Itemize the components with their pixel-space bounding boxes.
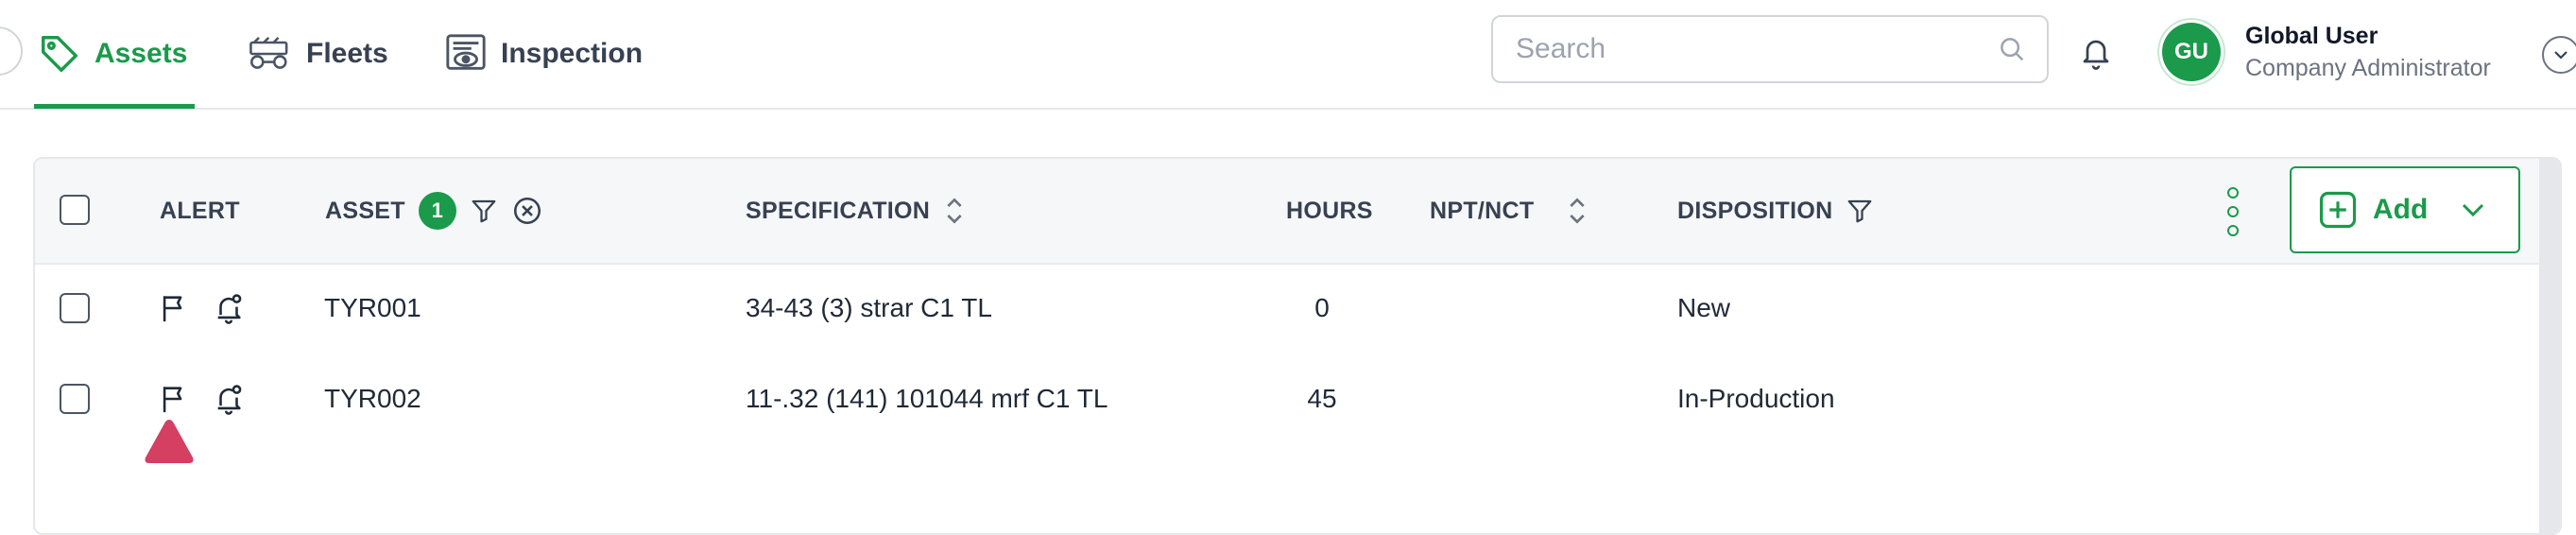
tab-fleets[interactable]: Fleets xyxy=(248,0,388,108)
tab-inspection-label: Inspection xyxy=(501,38,644,69)
disposition-filter-icon[interactable] xyxy=(1846,197,1874,225)
column-header-alert: ALERT xyxy=(160,159,240,263)
column-options-kebab-icon[interactable] xyxy=(2225,185,2241,243)
column-header-specification[interactable]: SPECIFICATION xyxy=(746,159,966,263)
asset-filter-icon[interactable] xyxy=(470,197,498,225)
column-header-hours: HOURS xyxy=(1286,159,1373,263)
column-header-npt-nct[interactable]: NPT/NCT xyxy=(1430,159,1589,263)
tab-inspection[interactable]: Inspection xyxy=(444,0,643,108)
plus-icon xyxy=(2318,190,2358,230)
column-asset-label: ASSET xyxy=(325,197,405,224)
sort-icon[interactable] xyxy=(1566,197,1589,225)
alert-bell-icon[interactable] xyxy=(213,292,245,324)
table-row[interactable]: TYR002 11-.32 (141) 101044 mrf C1 TL 45 … xyxy=(35,354,2560,444)
asset-cell[interactable]: TYR002 xyxy=(324,354,421,444)
search-input[interactable] xyxy=(1514,32,1998,66)
alert-triangle-icon xyxy=(142,416,197,470)
flag-icon[interactable] xyxy=(158,383,190,415)
row-checkbox[interactable] xyxy=(60,293,90,323)
specification-cell: 11-.32 (141) 101044 mrf C1 TL xyxy=(746,384,1108,413)
specification-cell: 34-43 (3) strar C1 TL xyxy=(746,293,992,322)
table-header: ALERT ASSET 1 SPECIFICATION HOURS NPT/NC… xyxy=(35,159,2560,265)
disposition-cell: New xyxy=(1677,293,1731,322)
collapse-sidebar-button[interactable] xyxy=(0,26,23,76)
search-icon[interactable] xyxy=(1998,35,2026,63)
sort-icon[interactable] xyxy=(943,197,966,225)
hours-cell: 45 xyxy=(1307,384,1337,413)
tab-assets[interactable]: Assets xyxy=(33,0,196,109)
chevron-down-icon xyxy=(2460,201,2486,218)
tab-assets-label: Assets xyxy=(94,38,188,69)
clear-filter-icon[interactable] xyxy=(511,195,543,227)
add-button[interactable]: Add xyxy=(2290,166,2520,253)
hours-cell: 0 xyxy=(1314,293,1330,322)
row-checkbox[interactable] xyxy=(60,384,90,414)
column-hours-label: HOURS xyxy=(1286,197,1373,224)
vertical-scrollbar[interactable] xyxy=(2539,159,2560,533)
asset-filter-count-badge: 1 xyxy=(418,192,456,230)
top-navigation-bar: Assets Fleets Inspection Search GU Globa… xyxy=(0,0,2576,110)
user-role: Company Administrator xyxy=(2245,55,2491,81)
column-alert-label: ALERT xyxy=(160,197,240,224)
table-row[interactable]: TYR001 34-43 (3) strar C1 TL 0 New xyxy=(35,263,2560,354)
tag-icon xyxy=(38,32,81,76)
user-menu-button[interactable] xyxy=(2542,36,2576,74)
inspection-icon xyxy=(444,33,488,75)
column-header-disposition: DISPOSITION xyxy=(1677,159,1874,263)
alert-cell xyxy=(158,263,245,354)
column-specification-label: SPECIFICATION xyxy=(746,197,931,224)
column-header-asset: ASSET 1 xyxy=(325,159,543,263)
alert-bell-icon[interactable] xyxy=(213,383,245,415)
avatar[interactable]: GU xyxy=(2162,23,2221,81)
column-npt-nct-label: NPT/NCT xyxy=(1430,197,1535,224)
column-disposition-label: DISPOSITION xyxy=(1677,197,1833,224)
select-all-checkbox[interactable] xyxy=(60,195,90,225)
user-name: Global User xyxy=(2245,23,2379,49)
chevron-down-icon xyxy=(2552,49,2569,60)
fleet-icon xyxy=(248,35,293,73)
notifications-bell-icon[interactable] xyxy=(2079,34,2113,72)
flag-icon[interactable] xyxy=(158,292,190,324)
add-button-label: Add xyxy=(2373,194,2429,225)
search-box xyxy=(1491,15,2049,83)
tab-fleets-label: Fleets xyxy=(306,38,388,69)
asset-cell[interactable]: TYR001 xyxy=(324,263,421,354)
assets-table: ALERT ASSET 1 SPECIFICATION HOURS NPT/NC… xyxy=(33,157,2562,535)
disposition-cell: In-Production xyxy=(1677,384,1835,413)
